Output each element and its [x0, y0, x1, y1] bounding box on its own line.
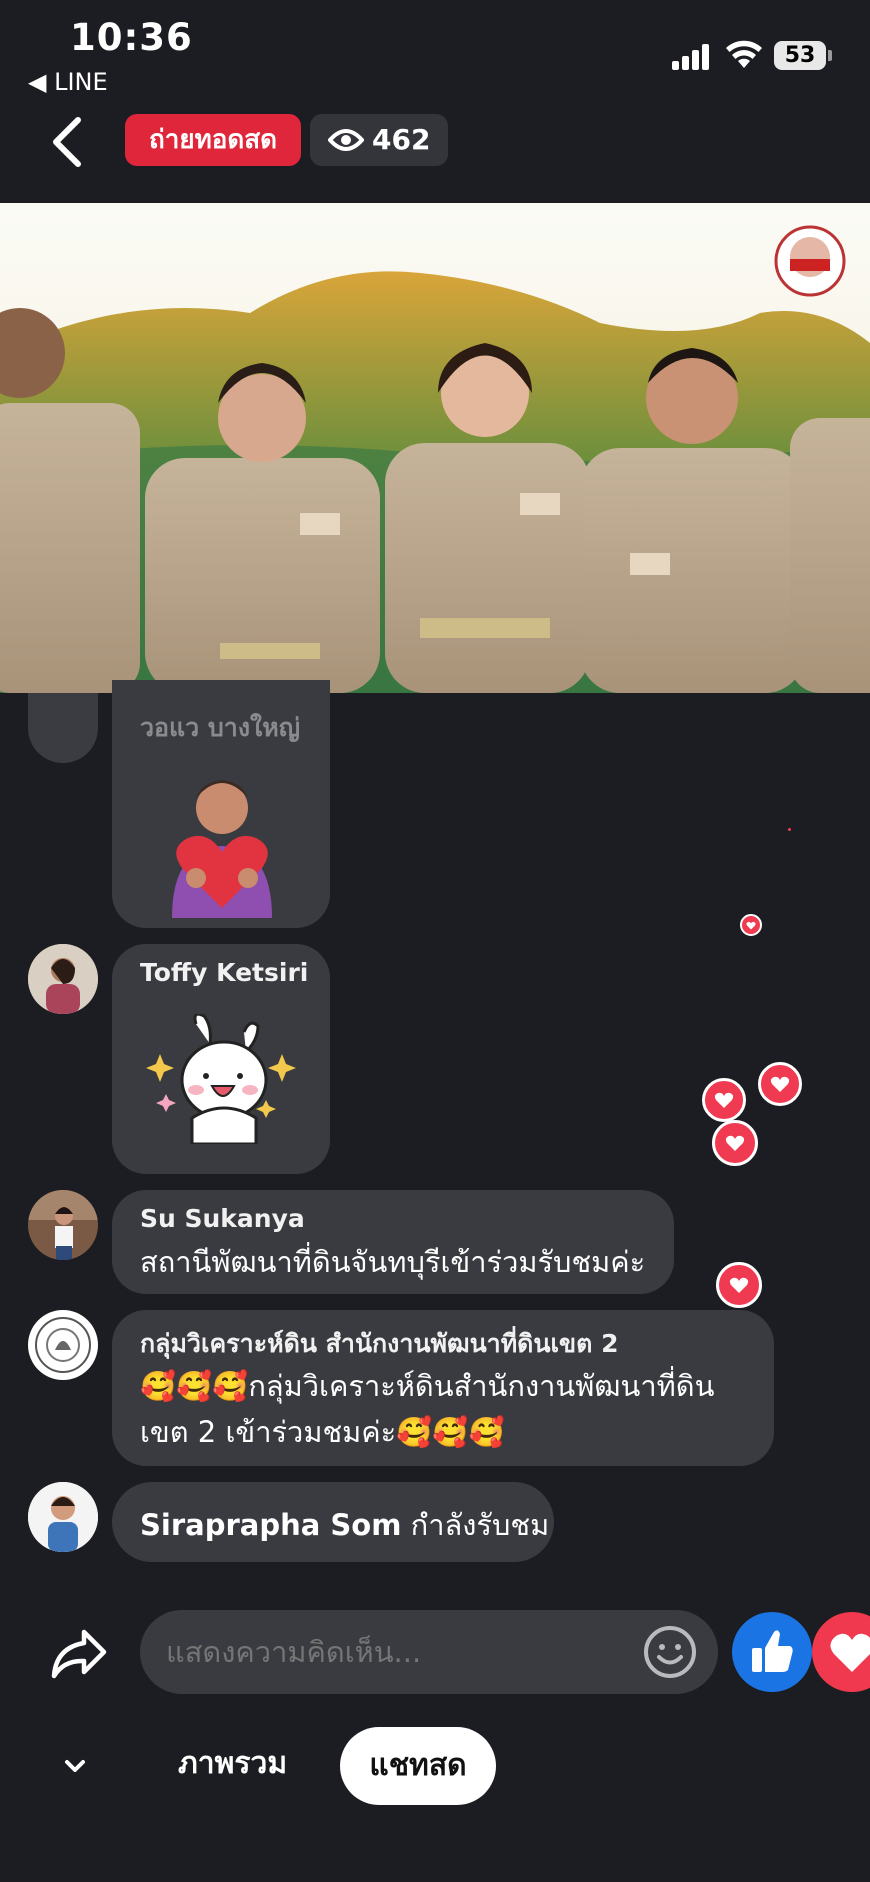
chevron-down-icon[interactable] [62, 1756, 88, 1776]
like-reaction-button[interactable] [732, 1612, 812, 1692]
avatar[interactable] [28, 944, 98, 1014]
floating-heart-icon [740, 914, 762, 936]
chat-sticker-bubble: วอแว บางใหญ่ [112, 680, 330, 928]
chat-join-bubble: Siraprapha Som กำลังรับชม [112, 1482, 554, 1562]
thumbs-up-icon [752, 1630, 793, 1672]
avatar[interactable] [28, 1482, 98, 1552]
floating-heart-icon [712, 1120, 758, 1166]
chat-sticker-bubble: Toffy Ketsiri [112, 944, 330, 1174]
viewer-name: Siraprapha Som [140, 1508, 402, 1542]
viewer-count: 462 [372, 123, 431, 156]
commenter-name: Su Sukanya [140, 1204, 305, 1233]
heart-hug-sticker [172, 780, 272, 918]
heart-icon [830, 1633, 870, 1672]
back-to-app-link[interactable]: ◀ LINE [28, 68, 108, 96]
battery-icon: 53 [774, 41, 832, 70]
comment-text-line-2: เขต 2 เข้าร่วมชมค่ะ🥰🥰🥰 [140, 1415, 505, 1449]
avatar[interactable] [28, 1190, 98, 1260]
wifi-icon [726, 40, 762, 68]
live-badge: ถ่ายทอดสด [125, 114, 301, 166]
love-reaction-button[interactable] [812, 1612, 870, 1692]
chat-message-bubble: กลุ่มวิเคราะห์ดิน สำนักงานพัฒนาที่ดินเขต… [112, 1310, 774, 1466]
commenter-name: Toffy Ketsiri [140, 958, 309, 987]
avatar[interactable] [28, 1310, 98, 1380]
eye-icon [328, 129, 364, 151]
cellular-signal-icon [672, 42, 712, 70]
floating-heart-icon [716, 1262, 762, 1308]
commenter-name: วอแว บางใหญ่ [140, 713, 301, 742]
land-development-seal-icon [30, 1312, 96, 1378]
rabbit-sparkle-sticker [146, 1014, 296, 1144]
reaction-dot [788, 828, 791, 831]
status-bar: 10:36 ◀ LINE 53 [0, 0, 870, 100]
status-time: 10:36 [70, 16, 193, 59]
emoji-icon[interactable] [642, 1624, 698, 1680]
avatar[interactable] [28, 693, 98, 763]
viewer-count-badge: 462 [310, 114, 448, 166]
share-icon[interactable] [50, 1628, 108, 1680]
floating-heart-icon [702, 1078, 746, 1122]
comment-input[interactable] [140, 1610, 718, 1694]
floating-heart-icon [758, 1062, 802, 1106]
chat-message-bubble: Su Sukanya สถานีพัฒนาที่ดินจันทบุรีเข้าร… [112, 1190, 674, 1294]
comment-text: สถานีพัฒนาที่ดินจันทบุรีเข้าร่วมรับชมค่ะ [140, 1245, 646, 1279]
tab-overview[interactable]: ภาพรวม [178, 1740, 287, 1787]
commenter-name: กลุ่มวิเคราะห์ดิน สำนักงานพัฒนาที่ดินเขต… [140, 1329, 619, 1358]
viewer-status: กำลังรับชม [410, 1508, 550, 1542]
comment-text-line-1: 🥰🥰🥰กลุ่มวิเคราะห์ดินสำนักงานพัฒนาที่ดิน [140, 1369, 715, 1403]
tab-live-chat[interactable]: แชทสด [340, 1727, 496, 1805]
live-video-player[interactable] [0, 203, 870, 693]
back-arrow-icon[interactable] [44, 112, 94, 172]
